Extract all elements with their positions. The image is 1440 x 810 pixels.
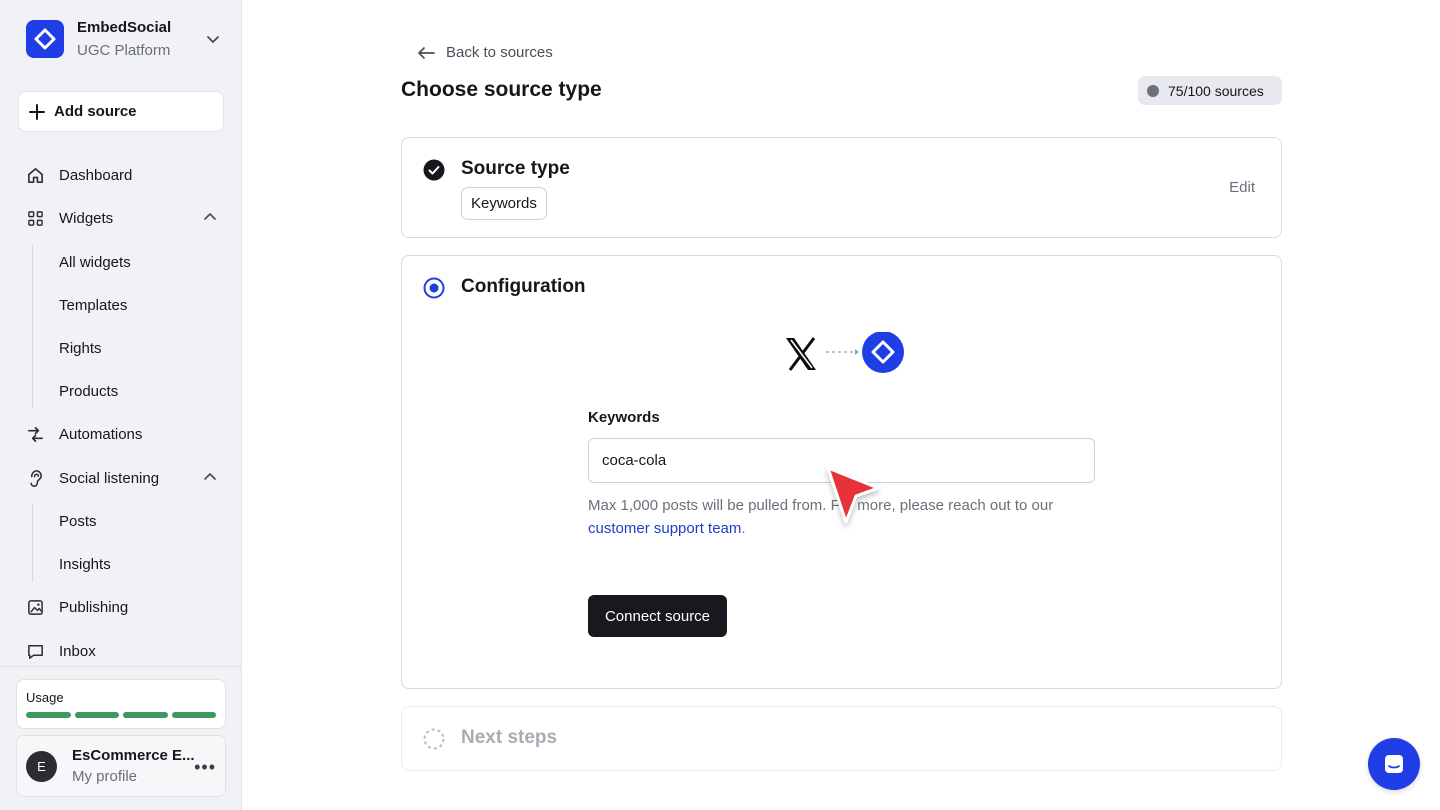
sidebar-item-label: Templates bbox=[59, 296, 128, 314]
sidebar-item-label: Posts bbox=[59, 512, 97, 530]
sidebar-item-widgets[interactable]: Widgets bbox=[18, 200, 224, 236]
add-source-label: Add source bbox=[54, 103, 137, 120]
embedsocial-logo-icon bbox=[26, 20, 64, 58]
profile-name: EsCommerce E... bbox=[72, 747, 195, 764]
avatar: E bbox=[26, 750, 57, 782]
step-next-steps: Next steps bbox=[401, 706, 1282, 771]
sidebar-item-label: Rights bbox=[59, 339, 102, 357]
sidebar-item-all-widgets[interactable]: All widgets bbox=[59, 244, 224, 280]
brand-name: EmbedSocial bbox=[77, 18, 172, 36]
back-label: Back to sources bbox=[446, 44, 553, 61]
sources-count-badge: 75/100 sources bbox=[1138, 76, 1282, 105]
add-source-button[interactable]: Add source bbox=[18, 91, 224, 132]
plus-icon bbox=[29, 103, 45, 120]
step-title: Source type bbox=[461, 158, 570, 179]
status-dot bbox=[1147, 84, 1159, 97]
chevron-up-icon bbox=[204, 473, 216, 480]
usage-label: Usage bbox=[26, 690, 64, 705]
check-circle-icon bbox=[423, 159, 445, 181]
sidebar-item-label: Automations bbox=[59, 425, 143, 443]
profile-card[interactable]: E EsCommerce E... My profile ••• bbox=[16, 735, 226, 797]
workspace-switcher[interactable]: EmbedSocial UGC Platform bbox=[26, 19, 222, 59]
sidebar-item-label: Publishing bbox=[59, 598, 129, 616]
chevron-down-icon bbox=[207, 36, 219, 43]
dashed-arrow-icon bbox=[826, 349, 859, 355]
sidebar-item-dashboard[interactable]: Dashboard bbox=[18, 157, 224, 193]
sidebar-item-products[interactable]: Products bbox=[59, 373, 224, 409]
step-title: Next steps bbox=[461, 727, 558, 748]
x-to-embedsocial-flow bbox=[786, 332, 904, 373]
sidebar-item-social-listening[interactable]: Social listening bbox=[18, 460, 224, 496]
page-title: Choose source type bbox=[401, 78, 602, 101]
sidebar-item-publishing[interactable]: Publishing bbox=[18, 589, 224, 625]
back-to-sources-link[interactable]: Back to sources bbox=[416, 44, 553, 61]
sidebar-item-label: Dashboard bbox=[59, 166, 133, 184]
sidebar-item-rights[interactable]: Rights bbox=[59, 330, 224, 366]
submenu-line bbox=[32, 504, 33, 582]
helper-text-end: . bbox=[741, 520, 746, 537]
sidebar-divider bbox=[0, 666, 242, 667]
step-title: Configuration bbox=[461, 276, 586, 297]
brand-subtitle: UGC Platform bbox=[77, 41, 171, 59]
step-source-type: Source type Keywords Edit bbox=[401, 137, 1282, 238]
grid-icon bbox=[25, 208, 45, 228]
x-logo-icon bbox=[786, 337, 816, 371]
sidebar-item-label: Inbox bbox=[59, 642, 96, 660]
sidebar-item-label: Products bbox=[59, 382, 119, 400]
keywords-label: Keywords bbox=[588, 409, 660, 426]
sidebar-item-label: All widgets bbox=[59, 253, 131, 271]
sidebar-item-automations[interactable]: Automations bbox=[18, 416, 224, 452]
home-icon bbox=[25, 165, 45, 185]
sidebar-item-inbox[interactable]: Inbox bbox=[18, 633, 224, 669]
arrow-left-icon bbox=[418, 46, 435, 59]
sidebar-item-templates[interactable]: Templates bbox=[59, 287, 224, 323]
chat-widget-button[interactable] bbox=[1368, 738, 1420, 790]
chevron-up-icon bbox=[204, 213, 216, 220]
chat-bubble-icon bbox=[25, 641, 45, 661]
sidebar-item-insights[interactable]: Insights bbox=[59, 546, 224, 582]
customer-support-link[interactable]: customer support team bbox=[588, 520, 741, 537]
cursor-pointer-icon bbox=[826, 466, 880, 524]
connect-source-button[interactable]: Connect source bbox=[588, 595, 727, 637]
source-type-pill: Keywords bbox=[461, 187, 547, 220]
embedsocial-logo-icon bbox=[862, 332, 904, 373]
submenu-line bbox=[32, 245, 33, 409]
sidebar-item-label: Widgets bbox=[59, 209, 114, 227]
usage-bars bbox=[26, 712, 216, 718]
sidebar-item-label: Social listening bbox=[59, 469, 160, 487]
sidebar-item-posts[interactable]: Posts bbox=[59, 503, 224, 539]
profile-subtitle: My profile bbox=[72, 768, 138, 785]
radio-active-icon bbox=[423, 277, 445, 299]
more-icon[interactable]: ••• bbox=[194, 758, 216, 776]
intercom-icon bbox=[1385, 755, 1403, 773]
edit-button[interactable]: Edit bbox=[1229, 179, 1255, 196]
usage-card[interactable]: Usage bbox=[16, 679, 226, 729]
automations-icon bbox=[25, 424, 45, 444]
badge-label: 75/100 sources bbox=[1168, 82, 1264, 99]
dashed-circle-icon bbox=[423, 728, 445, 750]
sidebar: EmbedSocial UGC Platform Add source Dash… bbox=[0, 0, 242, 810]
image-icon bbox=[25, 597, 45, 617]
ear-icon bbox=[25, 468, 45, 488]
sidebar-item-label: Insights bbox=[59, 555, 111, 573]
